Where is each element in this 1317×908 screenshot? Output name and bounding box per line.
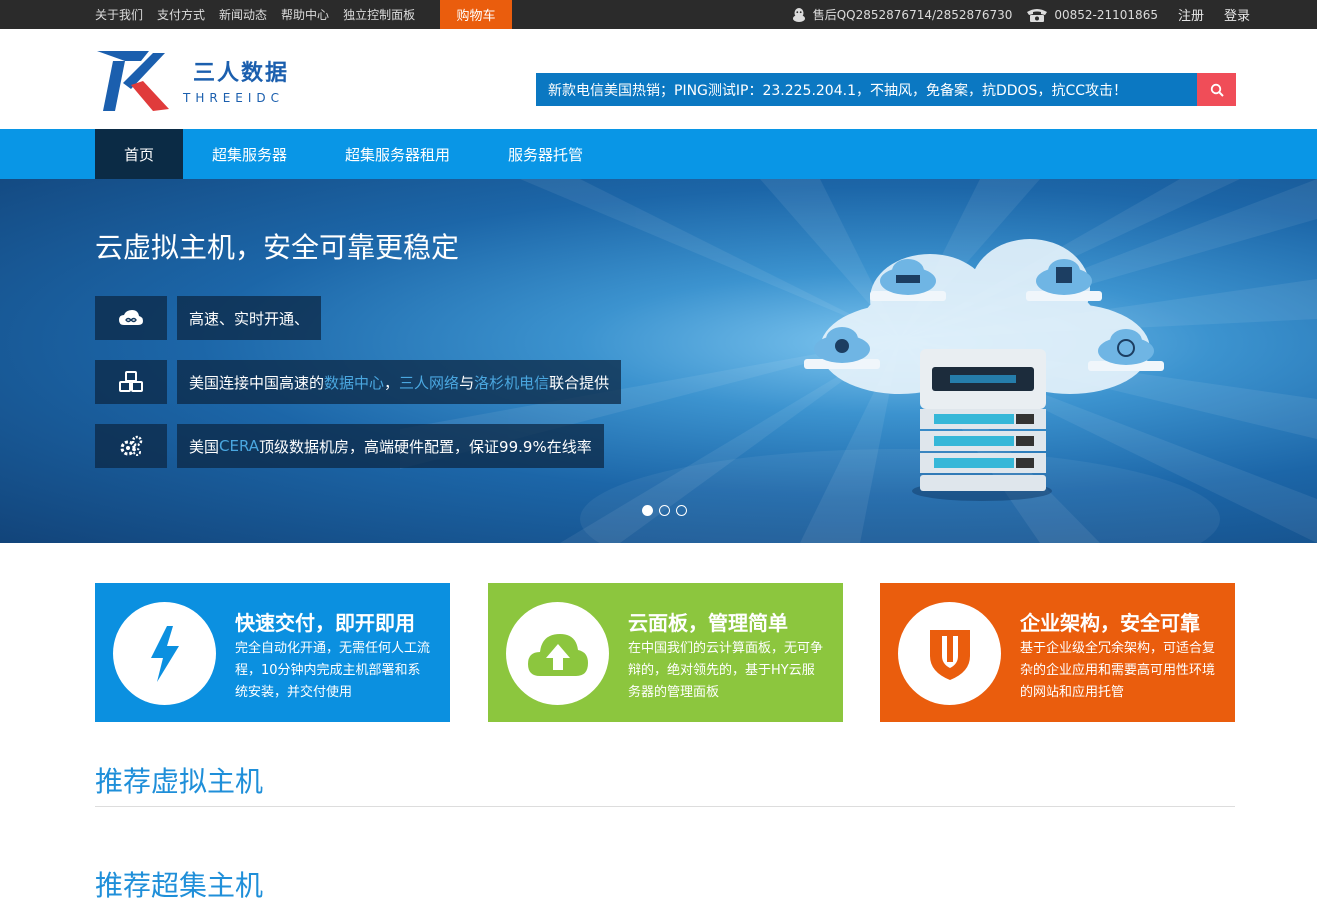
search-icon (1210, 83, 1224, 97)
feature-text-part: 顶级数据机房，高端硬件配置，保证99.9%在线率 (259, 437, 592, 456)
feature-card-enterprise[interactable]: 企业架构，安全可靠 基于企业级全冗余架构，可适合复杂的企业应用和需要高可用性环境… (880, 583, 1235, 722)
shield-icon (929, 629, 970, 680)
cart-button[interactable]: 购物车 (440, 0, 512, 29)
banner-title: 云虚拟主机，安全可靠更稳定 (95, 231, 460, 264)
phone-contact: 00852-21101865 (1026, 7, 1158, 23)
infinity-cloud-icon (95, 296, 167, 340)
top-link-control-panel[interactable]: 独立控制面板 (343, 6, 415, 23)
card-description: 完全自动化开通，无需任何人工流程，10分钟内完成主机部署和系统安装，并交付使用 (235, 641, 431, 700)
card-title: 云面板，管理简单 (628, 611, 788, 635)
feature-highlight-cera[interactable]: CERA (219, 437, 259, 455)
announcement-text: 新款电信美国热销；PING测试IP：23.225.204.1，不抽风，免备案，抗… (548, 82, 1127, 99)
card-description: 在中国我们的云计算面板，无可争辩的，绝对领先的，基于HY云服务器的管理面板 (628, 641, 824, 700)
card-icon-circle (506, 602, 609, 705)
nav-item-super-server-rental[interactable]: 超集服务器租用 (316, 129, 479, 179)
banner-feature-text: 美国 CERA 顶级数据机房，高端硬件配置，保证99.9%在线率 (177, 424, 604, 468)
card-icon-circle (113, 602, 216, 705)
section-title-virtual-hosts: 推荐虚拟主机 (95, 765, 264, 798)
logo-mark-icon (97, 51, 169, 111)
feature-highlight-datacenter[interactable]: 数据中心 (324, 372, 384, 393)
register-link[interactable]: 注册 (1178, 5, 1204, 24)
cloud-upload-icon (527, 633, 588, 676)
top-link-about[interactable]: 关于我们 (95, 6, 143, 23)
card-title: 企业架构，安全可靠 (1020, 611, 1200, 635)
top-links: 关于我们 支付方式 新闻动态 帮助中心 独立控制面板 (95, 0, 429, 29)
nav-item-super-servers[interactable]: 超集服务器 (183, 129, 316, 179)
site-logo[interactable]: 三人数据 THREEIDC (95, 49, 335, 113)
card-icon-circle (898, 602, 1001, 705)
feature-card-cloud-panel[interactable]: 云面板，管理简单 在中国我们的云计算面板，无可争辩的，绝对领先的，基于HY云服务… (488, 583, 843, 722)
card-title: 快速交付，即开即用 (235, 611, 415, 635)
qq-penguin-icon (792, 7, 805, 22)
lightning-icon (150, 625, 179, 682)
nav-item-home[interactable]: 首页 (95, 129, 184, 179)
card-description: 基于企业级全冗余架构，可适合复杂的企业应用和需要高可用性环境的网站和应用托管 (1020, 641, 1216, 700)
nav-item-server-hosting[interactable]: 服务器托管 (479, 129, 612, 179)
section-divider (95, 806, 1235, 807)
banner-feature-1: 高速、实时开通、 (95, 296, 322, 340)
cubes-icon (95, 360, 167, 404)
announcement-marquee[interactable]: 新款电信美国热销；PING测试IP：23.225.204.1，不抽风，免备案，抗… (536, 73, 1197, 106)
telephone-icon (1027, 8, 1048, 22)
server-rack (912, 349, 1052, 501)
section-title-super-hosts: 推荐超集主机 (95, 869, 264, 902)
top-link-payment[interactable]: 支付方式 (157, 6, 205, 23)
phone-text: 00852-21101865 (1054, 7, 1158, 22)
slider-dot-2[interactable] (659, 505, 670, 516)
qq-text: 售后QQ2852876714/2852876730 (812, 8, 1013, 22)
feature-text-part: 联合提供 (549, 373, 610, 392)
banner-feature-text: 美国连接中国高速的 数据中心，三人网络与洛杉机电信 联合提供 (177, 360, 622, 404)
qq-contact[interactable]: 售后QQ2852876714/2852876730 (791, 6, 1013, 23)
logo-chinese-text: 三人数据 (193, 61, 290, 86)
slider-dots (642, 505, 693, 516)
banner-feature-2: 美国连接中国高速的 数据中心，三人网络与洛杉机电信 联合提供 (95, 360, 622, 404)
logo-english-text: THREEIDC (183, 91, 285, 105)
search-button[interactable] (1197, 73, 1236, 106)
top-link-help[interactable]: 帮助中心 (281, 6, 329, 23)
slider-dot-1[interactable] (642, 505, 653, 516)
hero-banner[interactable]: 云虚拟主机，安全可靠更稳定 高速、实时开通、 美国连接中国高速的 数据中心，三人网… (0, 179, 1317, 543)
login-link[interactable]: 登录 (1224, 5, 1250, 24)
slider-dot-3[interactable] (676, 505, 687, 516)
feature-text-part: 美国连接中国高速的 (189, 373, 325, 392)
feature-text-part: ， (384, 373, 400, 392)
feature-card-fast-delivery[interactable]: 快速交付，即开即用 完全自动化开通，无需任何人工流程，10分钟内完成主机部署和系… (95, 583, 450, 722)
header: 三人数据 THREEIDC 新款电信美国热销；PING测试IP：23.225.2… (0, 29, 1317, 129)
main-nav: 首页 超集服务器 超集服务器租用 服务器托管 (0, 129, 1317, 179)
feature-text-part: 美国 (189, 437, 220, 456)
top-bar: 关于我们 支付方式 新闻动态 帮助中心 独立控制面板 购物车 售后QQ28528… (0, 0, 1317, 29)
feature-text-part: 高速、实时开通、 (189, 309, 310, 328)
top-contact: 售后QQ2852876714/2852876730 00852-21101865… (777, 0, 1250, 29)
cloud-server-illustration (804, 239, 1164, 501)
feature-highlight-threeidc[interactable]: 三人网络 (399, 372, 459, 393)
gears-icon (95, 424, 167, 468)
banner-feature-text: 高速、实时开通、 (177, 296, 322, 340)
feature-text-part: 与 (459, 373, 475, 392)
banner-feature-3: 美国 CERA 顶级数据机房，高端硬件配置，保证99.9%在线率 (95, 424, 604, 468)
feature-highlight-la-telecom[interactable]: 洛杉机电信 (474, 372, 549, 393)
top-link-news[interactable]: 新闻动态 (219, 6, 267, 23)
